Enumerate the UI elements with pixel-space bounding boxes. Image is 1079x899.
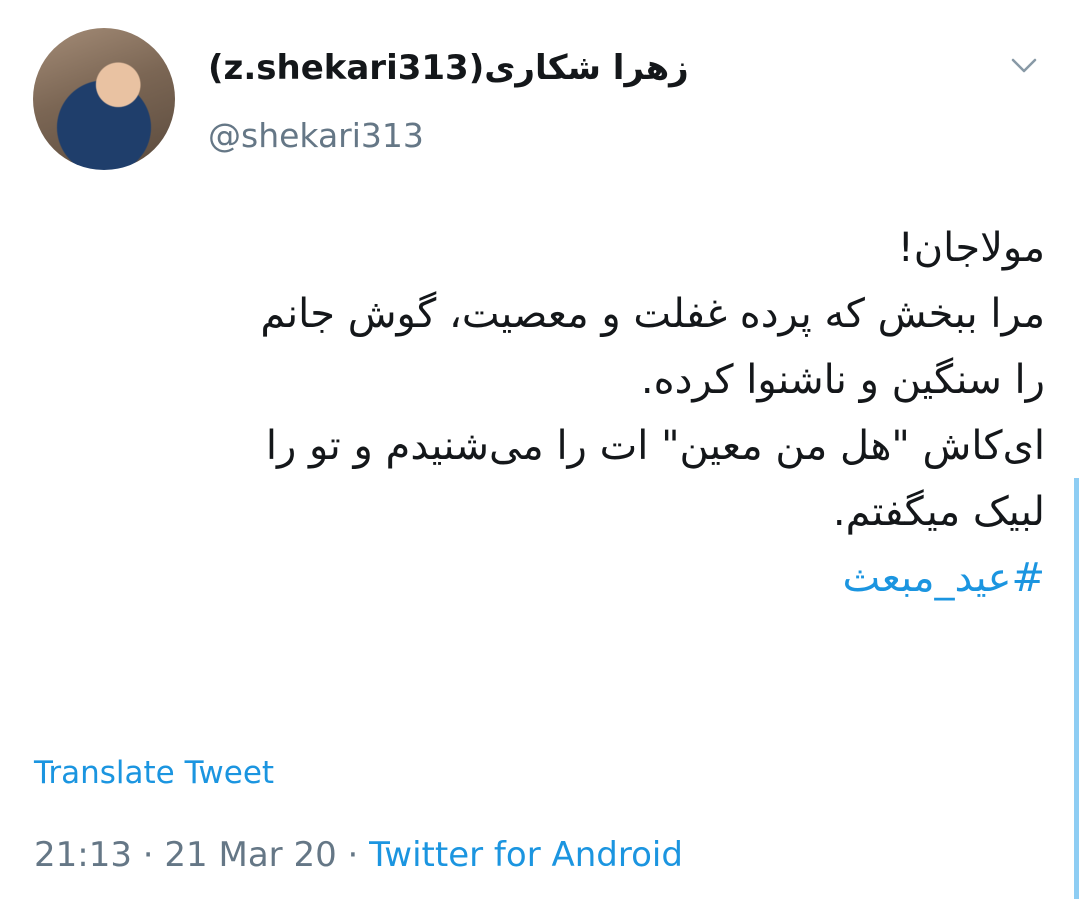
display-name[interactable]: زهرا شکاری(z.shekari313) <box>208 48 689 88</box>
user-handle[interactable]: @shekari313 <box>208 116 424 155</box>
translate-tweet-link[interactable]: Translate Tweet <box>34 755 274 791</box>
tweet-time: 21:13 <box>34 835 132 875</box>
chevron-down-icon[interactable] <box>1011 58 1037 74</box>
tweet-metadata: 21:13 · 21 Mar 20 · Twitter for Android <box>34 835 683 875</box>
meta-separator: · <box>131 835 165 875</box>
tweet-text-line: ای‌کاش "هل من معین" ات را می‌شنیدم و تو … <box>265 423 1045 469</box>
meta-separator: · <box>336 835 370 875</box>
tweet-date: 21 Mar 20 <box>164 835 337 875</box>
tweet-card: زهرا شکاری(z.shekari313) @shekari313 مول… <box>0 0 1079 899</box>
scroll-indicator <box>1074 478 1079 899</box>
tweet-text-line: لبیک میگفتم. <box>832 489 1045 535</box>
tweet-text: مولاجان! مرا ببخش که پرده غفلت و معصیت، … <box>35 215 1045 611</box>
tweet-source-link[interactable]: Twitter for Android <box>369 835 683 875</box>
tweet-text-line: را سنگین و ناشنوا کرده. <box>640 357 1045 403</box>
tweet-text-line: مرا ببخش که پرده غفلت و معصیت، گوش جانم <box>260 291 1045 337</box>
hashtag-link[interactable]: #عید_مبعث <box>35 545 1045 611</box>
tweet-text-line: مولاجان! <box>897 225 1045 271</box>
profile-avatar[interactable] <box>33 28 175 170</box>
